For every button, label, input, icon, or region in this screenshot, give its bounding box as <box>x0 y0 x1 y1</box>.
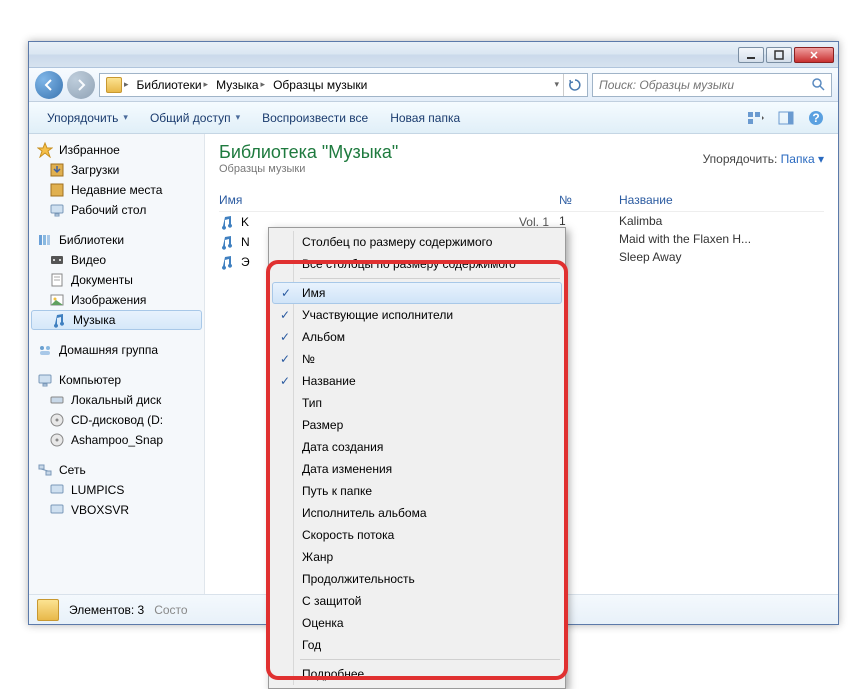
ctx-col-artists[interactable]: ✓Участвующие исполнители <box>272 304 562 326</box>
sidebar-ashampoo[interactable]: Ashampoo_Snap <box>29 430 204 450</box>
sidebar-homegroup[interactable]: Домашняя группа <box>29 340 204 360</box>
ctx-size-column[interactable]: Столбец по размеру содержимого <box>272 231 562 253</box>
status-state: Состо <box>154 603 187 617</box>
refresh-button[interactable] <box>563 74 585 96</box>
new-folder-button[interactable]: Новая папка <box>380 107 470 129</box>
ctx-col-protected[interactable]: С защитой <box>272 590 562 612</box>
sidebar-favorites[interactable]: Избранное <box>29 140 204 160</box>
ctx-col-folder-path[interactable]: Путь к папке <box>272 480 562 502</box>
sidebar-local-disk[interactable]: Локальный диск <box>29 390 204 410</box>
ctx-col-name[interactable]: ✓Имя <box>272 282 562 304</box>
ctx-col-number[interactable]: ✓№ <box>272 348 562 370</box>
cell-num: 1 <box>559 212 619 230</box>
play-all-button[interactable]: Воспроизвести все <box>252 107 378 129</box>
ctx-col-album-artist[interactable]: Исполнитель альбома <box>272 502 562 524</box>
ctx-col-size[interactable]: Размер <box>272 414 562 436</box>
organize-button[interactable]: Упорядочить <box>37 107 138 129</box>
column-header-title[interactable]: Название <box>619 189 824 212</box>
column-header-name[interactable]: Имя <box>219 189 559 212</box>
breadcrumb-libraries[interactable]: Библиотеки▸ <box>133 74 213 96</box>
arrange-dropdown[interactable]: Папка ▾ <box>781 152 824 166</box>
sidebar-vboxsvr[interactable]: VBOXSVR <box>29 500 204 520</box>
forward-button[interactable] <box>67 71 95 99</box>
view-options-button[interactable] <box>744 106 768 130</box>
titlebar <box>29 42 838 68</box>
sidebar-downloads[interactable]: Загрузки <box>29 160 204 180</box>
sidebar-recent[interactable]: Недавние места <box>29 180 204 200</box>
maximize-button[interactable] <box>766 47 792 63</box>
search-box[interactable] <box>592 73 832 97</box>
search-input[interactable] <box>599 78 809 92</box>
ctx-col-duration[interactable]: Продолжительность <box>272 568 562 590</box>
column-context-menu: Столбец по размеру содержимого Все столб… <box>268 227 566 689</box>
preview-pane-button[interactable] <box>774 106 798 130</box>
sidebar-libraries[interactable]: Библиотеки <box>29 230 204 250</box>
search-icon <box>811 77 827 93</box>
explorer-window: ▸ Библиотеки▸ Музыка▸ Образцы музыки ▾ У… <box>28 41 839 625</box>
column-header-number[interactable]: № <box>559 189 619 212</box>
sidebar-music[interactable]: Музыка <box>31 310 202 330</box>
cell-title: Kalimba <box>619 212 824 230</box>
folder-icon <box>106 77 122 93</box>
ctx-col-rating[interactable]: Оценка <box>272 612 562 634</box>
navigation-pane: Избранное Загрузки Недавние места Рабочи… <box>29 134 205 594</box>
cell-num: 2 <box>559 230 619 248</box>
help-button[interactable]: ? <box>804 106 828 130</box>
toolbar: Упорядочить Общий доступ Воспроизвести в… <box>29 102 838 134</box>
music-file-icon <box>219 214 235 230</box>
music-file-icon <box>219 254 235 270</box>
sidebar-network[interactable]: Сеть <box>29 460 204 480</box>
minimize-button[interactable] <box>738 47 764 63</box>
ctx-col-bitrate[interactable]: Скорость потока <box>272 524 562 546</box>
svg-text:?: ? <box>812 111 819 125</box>
arrange-by: Упорядочить: Папка ▾ <box>703 152 824 166</box>
cell-title: Maid with the Flaxen H... <box>619 230 824 248</box>
breadcrumb-music[interactable]: Музыка▸ <box>212 74 269 96</box>
status-count: Элементов: 3 <box>69 603 144 617</box>
sidebar-computer[interactable]: Компьютер <box>29 370 204 390</box>
address-bar[interactable]: ▸ Библиотеки▸ Музыка▸ Образцы музыки ▾ <box>99 73 588 97</box>
music-file-icon <box>219 234 235 250</box>
ctx-more[interactable]: Подробнее... <box>272 663 562 685</box>
nav-bar: ▸ Библиотеки▸ Музыка▸ Образцы музыки ▾ <box>29 68 838 102</box>
sidebar-cd-drive[interactable]: CD-дисковод (D: <box>29 410 204 430</box>
sidebar-video[interactable]: Видео <box>29 250 204 270</box>
breadcrumb-samples[interactable]: Образцы музыки <box>269 74 371 96</box>
ctx-col-year[interactable]: Год <box>272 634 562 656</box>
cell-title: Sleep Away <box>619 248 824 266</box>
ctx-col-type[interactable]: Тип <box>272 392 562 414</box>
ctx-col-album[interactable]: ✓Альбом <box>272 326 562 348</box>
back-button[interactable] <box>35 71 63 99</box>
close-button[interactable] <box>794 47 834 63</box>
share-button[interactable]: Общий доступ <box>140 107 250 129</box>
sidebar-pictures[interactable]: Изображения <box>29 290 204 310</box>
ctx-col-date-created[interactable]: Дата создания <box>272 436 562 458</box>
ctx-size-all[interactable]: Все столбцы по размеру содержимого <box>272 253 562 275</box>
folder-icon <box>37 599 59 621</box>
sidebar-documents[interactable]: Документы <box>29 270 204 290</box>
sidebar-lumpics[interactable]: LUMPICS <box>29 480 204 500</box>
ctx-col-genre[interactable]: Жанр <box>272 546 562 568</box>
ctx-col-title[interactable]: ✓Название <box>272 370 562 392</box>
sidebar-desktop[interactable]: Рабочий стол <box>29 200 204 220</box>
ctx-col-date-modified[interactable]: Дата изменения <box>272 458 562 480</box>
cell-num: 3 <box>559 248 619 266</box>
